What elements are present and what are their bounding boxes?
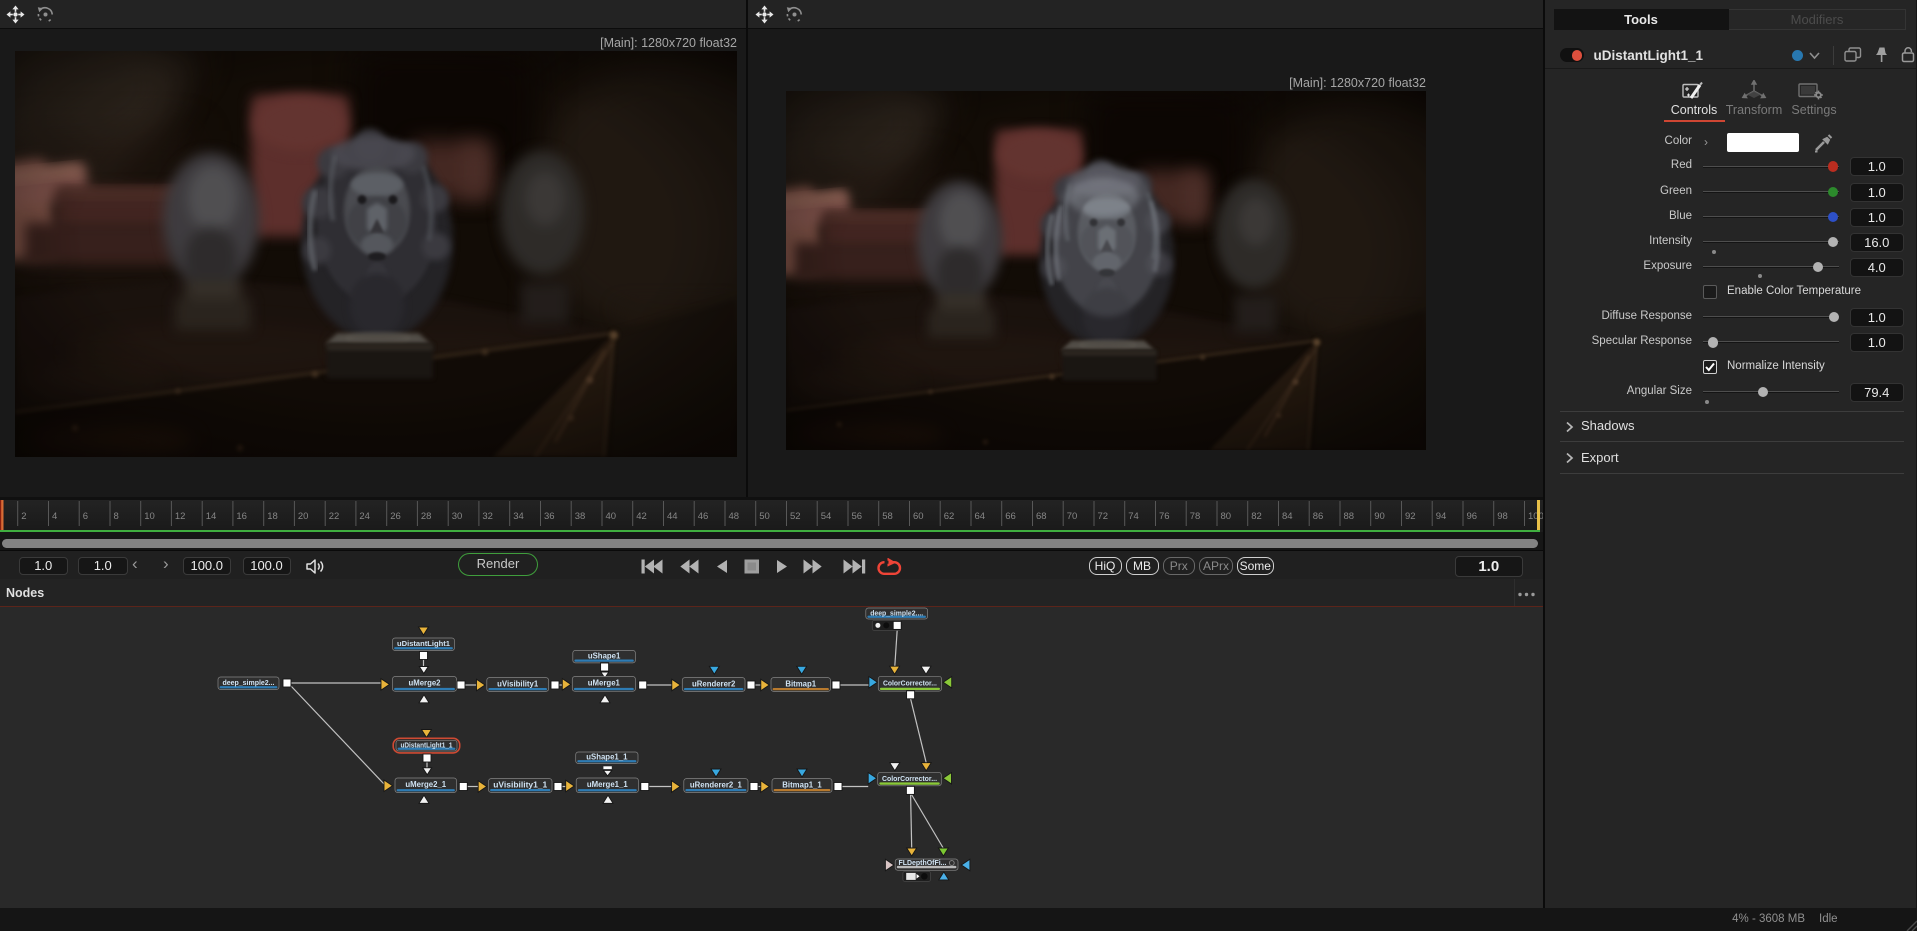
svg-text:54: 54 bbox=[821, 511, 832, 522]
svg-text:10: 10 bbox=[144, 511, 155, 522]
svg-text:ColorCorrector...: ColorCorrector... bbox=[883, 678, 937, 687]
svg-text:100: 100 bbox=[1528, 511, 1543, 522]
svg-text:uDistantLight1_1: uDistantLight1_1 bbox=[401, 740, 453, 749]
svg-text:52: 52 bbox=[790, 511, 801, 522]
svg-text:96: 96 bbox=[1467, 511, 1478, 522]
svg-text:deep_simple2....: deep_simple2.... bbox=[870, 608, 923, 617]
svg-text:58: 58 bbox=[882, 511, 893, 522]
svg-text:68: 68 bbox=[1036, 511, 1047, 522]
svg-text:56: 56 bbox=[852, 511, 863, 522]
svg-text:94: 94 bbox=[1436, 511, 1447, 522]
svg-text:12: 12 bbox=[175, 511, 186, 522]
svg-text:88: 88 bbox=[1344, 511, 1355, 522]
svg-text:66: 66 bbox=[1005, 511, 1016, 522]
svg-text:ColorCorrector...: ColorCorrector... bbox=[882, 774, 937, 783]
svg-text:92: 92 bbox=[1405, 511, 1416, 522]
svg-text:20: 20 bbox=[298, 511, 309, 522]
svg-text:16: 16 bbox=[236, 511, 247, 522]
svg-text:32: 32 bbox=[482, 511, 493, 522]
svg-text:60: 60 bbox=[913, 511, 924, 522]
svg-text:FLDepthOfFi...: FLDepthOfFi... bbox=[899, 858, 947, 867]
svg-text:Bitmap1: Bitmap1 bbox=[785, 679, 816, 688]
svg-text:24: 24 bbox=[359, 511, 370, 522]
svg-text:18: 18 bbox=[267, 511, 278, 522]
svg-text:80: 80 bbox=[1221, 511, 1232, 522]
svg-text:40: 40 bbox=[606, 511, 617, 522]
svg-text:30: 30 bbox=[452, 511, 463, 522]
svg-text:34: 34 bbox=[513, 511, 524, 522]
svg-text:uRenderer2: uRenderer2 bbox=[692, 679, 736, 688]
svg-text:82: 82 bbox=[1251, 511, 1262, 522]
svg-text:14: 14 bbox=[206, 511, 217, 522]
svg-text:72: 72 bbox=[1098, 511, 1109, 522]
svg-text:98: 98 bbox=[1497, 511, 1508, 522]
svg-text:36: 36 bbox=[544, 511, 555, 522]
svg-text:46: 46 bbox=[698, 511, 709, 522]
svg-text:uVisibility1: uVisibility1 bbox=[497, 679, 539, 688]
svg-text:uMerge1: uMerge1 bbox=[588, 679, 621, 688]
svg-text:78: 78 bbox=[1190, 511, 1201, 522]
svg-text:uShape1: uShape1 bbox=[588, 651, 621, 660]
svg-text:50: 50 bbox=[759, 511, 770, 522]
svg-text:70: 70 bbox=[1067, 511, 1078, 522]
svg-text:48: 48 bbox=[729, 511, 740, 522]
svg-text:38: 38 bbox=[575, 511, 586, 522]
svg-text:44: 44 bbox=[667, 511, 678, 522]
svg-text:42: 42 bbox=[636, 511, 647, 522]
svg-text:6: 6 bbox=[83, 511, 88, 522]
svg-text:uRenderer2_1: uRenderer2_1 bbox=[690, 780, 743, 789]
svg-text:26: 26 bbox=[390, 511, 401, 522]
svg-text:2: 2 bbox=[21, 511, 26, 522]
svg-text:uMerge1_1: uMerge1_1 bbox=[587, 780, 628, 789]
svg-text:uMerge2: uMerge2 bbox=[408, 679, 441, 688]
svg-text:74: 74 bbox=[1128, 511, 1139, 522]
svg-text:62: 62 bbox=[944, 511, 955, 522]
svg-text:84: 84 bbox=[1282, 511, 1293, 522]
svg-text:uShape1_1: uShape1_1 bbox=[586, 753, 628, 762]
svg-text:8: 8 bbox=[114, 511, 119, 522]
svg-text:22: 22 bbox=[329, 511, 340, 522]
svg-text:28: 28 bbox=[421, 511, 432, 522]
svg-text:uMerge2_1: uMerge2_1 bbox=[405, 780, 446, 789]
svg-text:uDistantLight1: uDistantLight1 bbox=[397, 639, 450, 648]
svg-text:deep_simple2...: deep_simple2... bbox=[223, 678, 275, 687]
svg-text:uVisibility1_1: uVisibility1_1 bbox=[493, 780, 548, 789]
svg-text:Bitmap1_1: Bitmap1_1 bbox=[782, 780, 822, 789]
svg-text:76: 76 bbox=[1159, 511, 1170, 522]
svg-text:90: 90 bbox=[1374, 511, 1385, 522]
svg-text:86: 86 bbox=[1313, 511, 1324, 522]
svg-text:4: 4 bbox=[52, 511, 57, 522]
svg-text:64: 64 bbox=[975, 511, 986, 522]
